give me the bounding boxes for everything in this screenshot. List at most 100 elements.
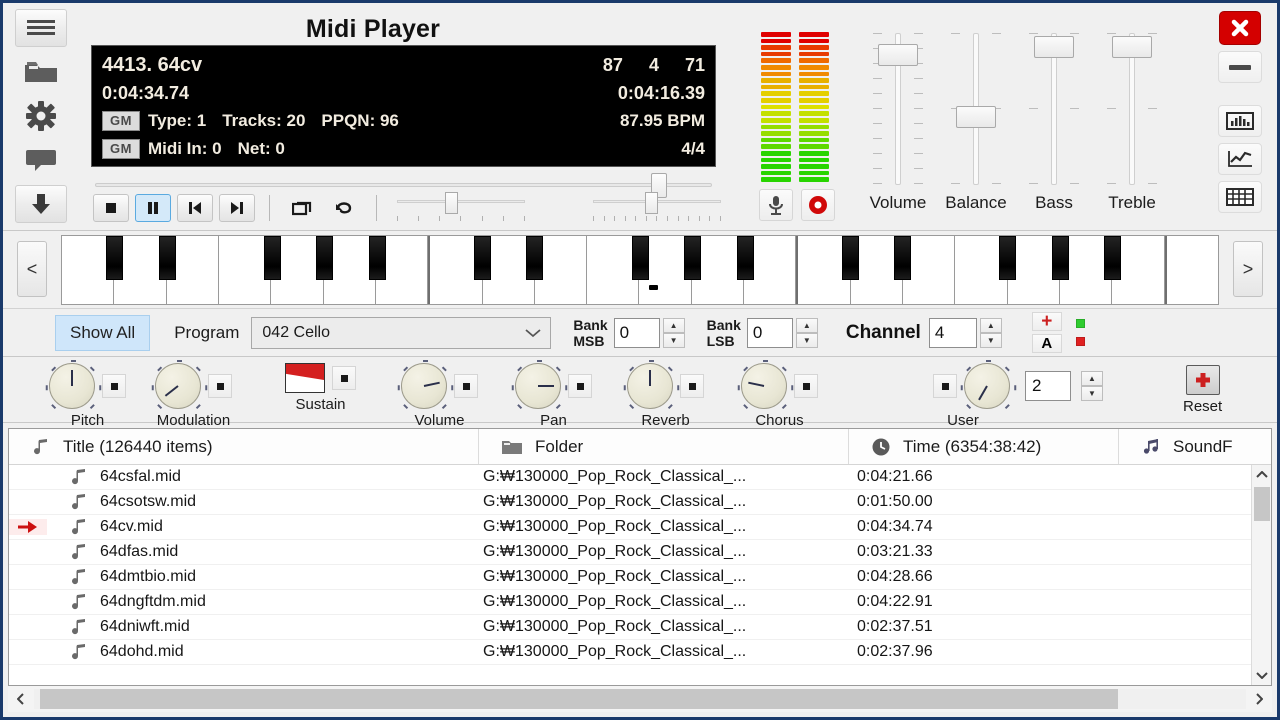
piano-black-key[interactable] (473, 236, 491, 280)
playlist-row[interactable]: 64csfal.mid G:₩130000_Pop_Rock_Classical_… (9, 465, 1271, 490)
scroll-up-button[interactable] (1252, 465, 1271, 485)
bank-lsb-down-button[interactable]: ▼ (795, 332, 818, 348)
fader-slider-treble[interactable] (1093, 29, 1171, 189)
tempo-thumb[interactable] (445, 192, 458, 214)
bars-visualizer-button[interactable] (1218, 105, 1262, 137)
comment-button[interactable] (15, 141, 67, 179)
knob-toggle-button[interactable] (794, 374, 818, 398)
user-down-button[interactable]: ▼ (1081, 386, 1103, 401)
piano-black-key[interactable] (1104, 236, 1122, 280)
transpose-thumb[interactable] (645, 192, 658, 214)
control-knob[interactable] (511, 360, 567, 410)
previous-track-button[interactable] (177, 194, 213, 222)
knob-toggle-button[interactable] (933, 374, 957, 398)
grid-view-button[interactable] (1218, 181, 1262, 213)
download-button[interactable] (15, 185, 67, 223)
playlist-column-header-time[interactable]: Time (6354:38:42) (849, 429, 1119, 464)
stop-button[interactable] (93, 194, 129, 222)
piano-black-key[interactable] (263, 236, 281, 280)
playlist-horizontal-scrollbar[interactable] (8, 686, 1272, 712)
pause-button[interactable] (135, 194, 171, 222)
playlist-column-header-soundfont[interactable]: SoundF (1119, 429, 1259, 464)
knob-toggle-button[interactable] (208, 374, 232, 398)
piano-black-key[interactable] (631, 236, 649, 280)
reset-button[interactable] (1185, 365, 1220, 395)
channel-down-button[interactable]: ▼ (979, 332, 1002, 348)
fader-slider-bass[interactable] (1015, 29, 1093, 189)
knob-toggle-button[interactable] (102, 374, 126, 398)
tempo-slider[interactable] (397, 191, 525, 225)
keyboard-scroll-left-button[interactable]: < (17, 241, 47, 297)
bank-msb-input[interactable]: 0 (613, 317, 660, 348)
playlist-vertical-scrollbar[interactable] (1251, 465, 1271, 685)
bank-msb-down-button[interactable]: ▼ (662, 332, 685, 348)
control-knob[interactable] (397, 360, 453, 410)
fader-knob[interactable] (878, 44, 918, 67)
lcd-display[interactable]: 4413. 64cv 87 4 71 0:04:34.74 0:04:16.39… (91, 45, 716, 167)
microphone-button[interactable] (759, 189, 793, 221)
piano-keyboard[interactable] (61, 235, 1219, 305)
playlist-column-header-title[interactable]: Title (126440 items) (9, 429, 479, 464)
playlist-row[interactable]: 64dfas.mid G:₩130000_Pop_Rock_Classical_.… (9, 540, 1271, 565)
all-channels-button[interactable]: A (1031, 334, 1062, 353)
control-knob[interactable] (960, 360, 1016, 410)
horizontal-scrollbar-track[interactable] (34, 689, 1246, 709)
piano-black-key[interactable] (106, 236, 124, 280)
add-channel-button[interactable]: + (1031, 311, 1062, 332)
open-folder-button[interactable] (15, 53, 67, 91)
knob-toggle-button[interactable] (568, 374, 592, 398)
next-track-button[interactable] (219, 194, 255, 222)
piano-black-key[interactable] (368, 236, 386, 280)
knob-toggle-button[interactable] (332, 366, 356, 390)
playlist-row[interactable]: 64cv.mid G:₩130000_Pop_Rock_Classical_...… (9, 515, 1271, 540)
channel-input[interactable]: 4 (928, 317, 977, 348)
undo-button[interactable] (326, 194, 362, 222)
wave-visualizer-button[interactable] (1218, 143, 1262, 175)
piano-black-key[interactable] (841, 236, 859, 280)
scroll-down-button[interactable] (1252, 665, 1271, 685)
fader-knob[interactable] (1112, 35, 1152, 58)
piano-black-key[interactable] (894, 236, 912, 280)
control-knob[interactable] (151, 360, 207, 410)
control-knob[interactable] (45, 360, 101, 410)
repeat-button[interactable] (284, 194, 320, 222)
control-knob[interactable] (623, 360, 679, 410)
control-knob[interactable] (737, 360, 793, 410)
piano-black-key[interactable] (1051, 236, 1069, 280)
keyboard-scroll-right-button[interactable]: > (1233, 241, 1263, 297)
bank-lsb-input[interactable]: 0 (746, 317, 793, 348)
knob-toggle-button[interactable] (454, 374, 478, 398)
piano-black-key[interactable] (684, 236, 702, 280)
sustain-pedal-icon[interactable] (285, 363, 325, 393)
knob-toggle-button[interactable] (680, 374, 704, 398)
menu-button[interactable] (15, 9, 67, 47)
horizontal-scrollbar-thumb[interactable] (40, 689, 1118, 709)
channel-up-button[interactable]: ▲ (979, 317, 1002, 333)
piano-black-key[interactable] (316, 236, 334, 280)
bank-msb-up-button[interactable]: ▲ (662, 317, 685, 333)
show-all-button[interactable]: Show All (55, 314, 151, 351)
piano-black-key[interactable] (736, 236, 754, 280)
playlist-row[interactable]: 64dmtbio.mid G:₩130000_Pop_Rock_Classical… (9, 565, 1271, 590)
vertical-scrollbar-thumb[interactable] (1254, 487, 1270, 521)
piano-white-key[interactable] (1164, 236, 1218, 304)
fader-slider-balance[interactable] (937, 29, 1015, 189)
scroll-right-button[interactable] (1246, 687, 1272, 711)
scroll-left-button[interactable] (8, 687, 34, 711)
piano-black-key[interactable] (999, 236, 1017, 280)
playlist-row[interactable]: 64dngftdm.mid G:₩130000_Pop_Rock_Classica… (9, 590, 1271, 615)
piano-black-key[interactable] (526, 236, 544, 280)
playlist-column-header-folder[interactable]: Folder (479, 429, 849, 464)
minimize-button[interactable] (1218, 51, 1262, 83)
close-button[interactable] (1219, 11, 1261, 45)
user-up-button[interactable]: ▲ (1081, 371, 1103, 386)
piano-black-key[interactable] (158, 236, 176, 280)
fader-slider-volume[interactable] (859, 29, 937, 189)
program-select[interactable]: 042 Cello (251, 316, 552, 349)
record-button[interactable] (801, 189, 835, 221)
bank-lsb-up-button[interactable]: ▲ (795, 317, 818, 333)
settings-button[interactable] (15, 97, 67, 135)
playlist-row[interactable]: 64csotsw.mid G:₩130000_Pop_Rock_Classical… (9, 490, 1271, 515)
transpose-slider[interactable] (593, 191, 721, 225)
playlist-row[interactable]: 64dohd.mid G:₩130000_Pop_Rock_Classical_.… (9, 640, 1271, 665)
